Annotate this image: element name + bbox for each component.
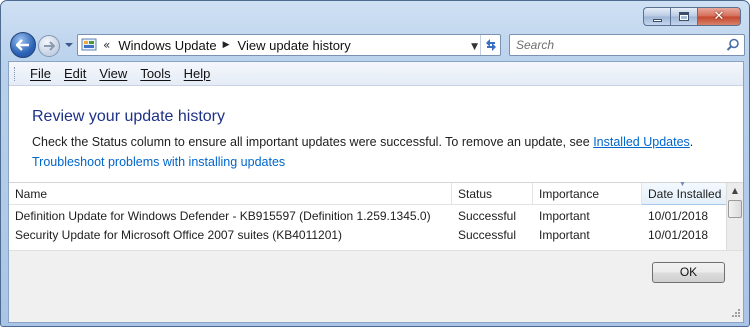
menu-tools[interactable]: Tools xyxy=(140,66,170,81)
menu-bar: File Edit View Tools Help xyxy=(9,62,743,86)
control-panel-icon xyxy=(81,38,97,51)
maximize-button[interactable] xyxy=(670,7,697,26)
table-row[interactable]: Security Update for Microsoft Office 200… xyxy=(9,226,727,245)
resize-grip-icon[interactable] xyxy=(730,309,741,320)
minimize-icon xyxy=(652,19,662,22)
refresh-icon xyxy=(485,39,496,51)
back-arrow-icon xyxy=(16,39,29,51)
description-suffix: . xyxy=(689,135,694,149)
update-date: 10/01/2018 xyxy=(648,228,709,242)
navigation-bar: « Windows Update ▶ View update history ▼ xyxy=(7,31,745,59)
search-input[interactable] xyxy=(516,38,716,52)
menu-view[interactable]: View xyxy=(99,66,127,81)
column-header-importance[interactable]: Importance xyxy=(533,183,642,205)
column-header-date-label: Date Installed xyxy=(648,187,722,201)
column-header-status[interactable]: Status xyxy=(452,183,533,205)
troubleshoot-link[interactable]: Troubleshoot problems with installing up… xyxy=(32,155,285,169)
update-name: Definition Update for Windows Defender -… xyxy=(15,209,431,223)
breadcrumb-separator-icon[interactable]: ▶ xyxy=(223,40,230,50)
scroll-up-icon[interactable]: ▲ xyxy=(727,183,743,199)
table-row[interactable]: Definition Update for Windows Defender -… xyxy=(9,207,727,226)
breadcrumb-windows-update[interactable]: Windows Update xyxy=(118,38,216,53)
vertical-scrollbar[interactable]: ▲ xyxy=(726,183,743,251)
address-bar[interactable]: « Windows Update ▶ View update history ▼ xyxy=(77,34,501,56)
window: ✕ « Windows Update ▶ View update history… xyxy=(0,0,750,327)
menu-help[interactable]: Help xyxy=(184,66,211,81)
update-name: Security Update for Microsoft Office 200… xyxy=(15,228,343,242)
close-icon: ✕ xyxy=(713,9,725,24)
update-date: 10/01/2018 xyxy=(648,209,709,223)
dialog-footer: OK xyxy=(9,250,743,322)
list-header: Name Status Importance ▼ Date Installed xyxy=(9,181,727,205)
maximize-icon xyxy=(679,12,689,21)
forward-button[interactable] xyxy=(38,35,60,57)
forward-arrow-icon xyxy=(44,41,55,51)
minimize-button[interactable] xyxy=(643,7,670,26)
update-importance: Important xyxy=(539,228,590,242)
back-button[interactable] xyxy=(10,32,36,58)
caption-buttons: ✕ xyxy=(643,7,741,27)
page-description: Check the Status column to ensure all im… xyxy=(32,135,693,149)
menu-grip xyxy=(14,66,17,81)
update-status: Successful xyxy=(458,228,517,242)
content-frame: File Edit View Tools Help Review your up… xyxy=(8,61,744,323)
column-header-name[interactable]: Name xyxy=(9,183,452,205)
breadcrumb-overflow[interactable]: « xyxy=(103,38,110,52)
installed-updates-link[interactable]: Installed Updates xyxy=(593,135,690,149)
sort-descending-icon: ▼ xyxy=(679,181,686,188)
scrollbar-thumb[interactable] xyxy=(728,200,742,218)
search-icon[interactable] xyxy=(726,38,740,52)
search-box[interactable] xyxy=(509,34,745,56)
menu-edit[interactable]: Edit xyxy=(64,66,86,81)
close-button[interactable]: ✕ xyxy=(697,7,741,26)
description-text: Check the Status column to ensure all im… xyxy=(32,135,594,149)
refresh-button[interactable] xyxy=(480,35,500,55)
recent-pages-dropdown-icon[interactable] xyxy=(64,40,74,50)
update-importance: Important xyxy=(539,209,590,223)
update-status: Successful xyxy=(458,209,517,223)
column-header-date-installed[interactable]: ▼ Date Installed xyxy=(642,181,727,205)
address-dropdown-icon[interactable]: ▼ xyxy=(471,42,478,52)
menu-file[interactable]: File xyxy=(30,66,51,81)
ok-button[interactable]: OK xyxy=(652,262,725,283)
update-history-list: Name Status Importance ▼ Date Installed D… xyxy=(9,181,743,251)
breadcrumb-view-update-history[interactable]: View update history xyxy=(238,38,351,53)
page-title: Review your update history xyxy=(32,108,225,125)
